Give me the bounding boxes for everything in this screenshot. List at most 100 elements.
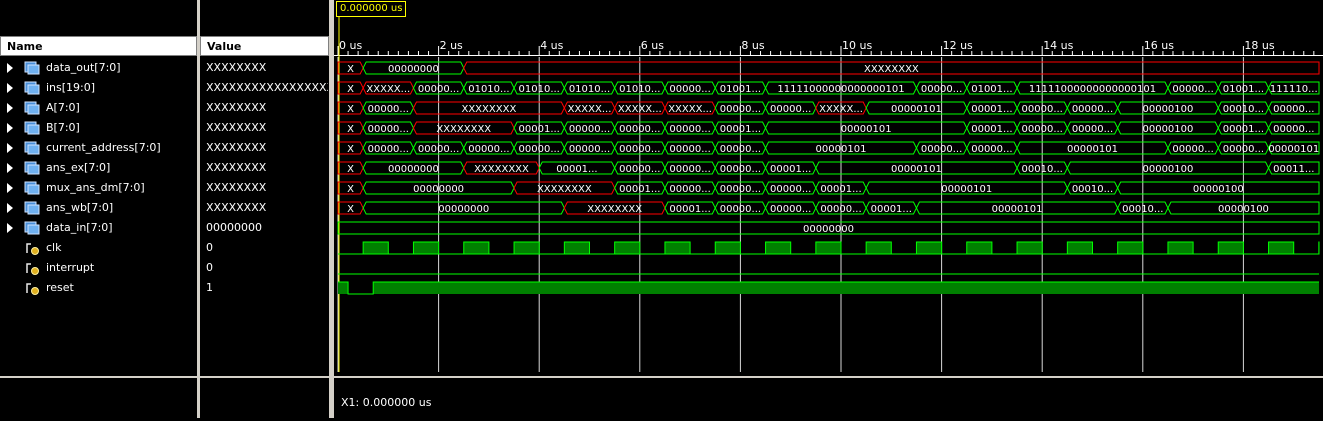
ruler-tick-label: 0 us (339, 39, 362, 52)
signal-row[interactable]: current_address[7:0] (0, 138, 197, 158)
expand-arrow-icon[interactable] (7, 183, 13, 193)
waveform-canvas[interactable]: 0 us2 us4 us6 us8 us10 us12 us14 us16 us… (334, 0, 1323, 418)
bus-value-label: 00000101 (1067, 144, 1118, 155)
signal-row[interactable]: data_in[7:0] (0, 218, 197, 238)
bus-icon (24, 221, 40, 235)
bus-value-label: 00010... (1072, 184, 1113, 195)
bus-value-label: 00000... (720, 184, 761, 195)
signal-name: clk (46, 238, 61, 258)
bus-value-label: 01010... (619, 84, 660, 95)
bus-value-label: 00001... (820, 184, 861, 195)
signal-name: data_out[7:0] (46, 58, 121, 78)
ruler-tick-label: 10 us (842, 39, 872, 52)
bus-value-label: 00000101 (992, 204, 1043, 215)
bus-value-label: 00000... (720, 164, 761, 175)
bus-value-label: 00000101 (891, 164, 942, 175)
expand-arrow-icon[interactable] (7, 143, 13, 153)
signal-row[interactable]: interrupt (0, 258, 197, 278)
bus-value-label: 00000000 (388, 164, 439, 175)
bus-value-label: XXXXXXXX (537, 184, 592, 195)
bus-value-label: XXXXXXXX (461, 104, 516, 115)
signal-row[interactable]: A[7:0] (0, 98, 197, 118)
clock-high-pulse (464, 242, 489, 254)
bus-value-label: 00000... (720, 144, 761, 155)
bus-value-label: 00001... (619, 184, 660, 195)
signal-value: XXXXXXXX (206, 98, 328, 118)
name-column-header[interactable]: Name (0, 36, 197, 56)
signal-name: mux_ans_dm[7:0] (46, 178, 145, 198)
bus-value-label: 01001... (1223, 84, 1264, 95)
bus-value-label: 00000... (1022, 104, 1063, 115)
clock-high-pulse (766, 242, 791, 254)
bus-value-label: 00000... (569, 124, 610, 135)
expand-arrow-icon[interactable] (7, 203, 13, 213)
expand-arrow-icon[interactable] (7, 83, 13, 93)
bus-value-label: XXXXX... (668, 104, 712, 115)
signal-name: ans_ex[7:0] (46, 158, 110, 178)
signal-name: ins[19:0] (46, 78, 95, 98)
signal-row[interactable]: ans_wb[7:0] (0, 198, 197, 218)
bus-value-label: 00000... (468, 144, 509, 155)
bus-value-label: 00000... (720, 204, 761, 215)
signal-row[interactable]: reset (0, 278, 197, 298)
signal-row[interactable]: ins[19:0] (0, 78, 197, 98)
bus-value-label: X (347, 204, 354, 215)
clock-high-pulse (1067, 242, 1092, 254)
bus-value-label: 01010... (519, 84, 560, 95)
signal-row[interactable]: B[7:0] (0, 118, 197, 138)
value-pane: Value XXXXXXXXXXXXXXXXXXXXXXXXXXXXXXXXXX… (200, 0, 329, 418)
bus-value-label: 00000... (971, 144, 1012, 155)
signal-row[interactable]: data_out[7:0] (0, 58, 197, 78)
bus-value-label: X (347, 104, 354, 115)
expand-arrow-icon[interactable] (7, 223, 13, 233)
ruler-tick-label: 2 us (440, 39, 463, 52)
bus-value-label: XXXXX... (366, 84, 410, 95)
bus-value-label: 00000... (619, 144, 660, 155)
clock-high-pulse (866, 242, 891, 254)
bus-value-label: 00000101 (816, 144, 867, 155)
expand-arrow-icon[interactable] (7, 103, 13, 113)
bus-icon (24, 121, 40, 135)
bus-value-label: 00000... (1022, 124, 1063, 135)
bus-value-label: 00000... (368, 144, 409, 155)
bus-value-label: X (347, 84, 354, 95)
signal-value: XXXXXXXXXXXXXXXXXXXX (206, 78, 328, 98)
bus-value-label: 00000... (770, 204, 811, 215)
bus-icon (24, 201, 40, 215)
signal-name: data_in[7:0] (46, 218, 113, 238)
value-column-header[interactable]: Value (200, 36, 329, 56)
clock-high-pulse (1118, 242, 1143, 254)
bus-value-label: 00000000 (413, 184, 464, 195)
ruler-tick-label: 18 us (1244, 39, 1274, 52)
signal-value: XXXXXXXX (206, 178, 328, 198)
bus-value-label: 00000... (921, 144, 962, 155)
signal-value: XXXXXXXX (206, 118, 328, 138)
signal-row[interactable]: ans_ex[7:0] (0, 158, 197, 178)
signal-value: XXXXXXXX (206, 158, 328, 178)
bus-value-label: 00000101 (941, 184, 992, 195)
clock-high-pulse (1218, 242, 1243, 254)
bus-value-label: 00010... (1223, 104, 1264, 115)
ruler-tick-label: 6 us (641, 39, 664, 52)
cursor-time-label[interactable]: 0.000000 us (336, 1, 406, 17)
clock-high-pulse (615, 242, 640, 254)
bus-value-label: 00000101 (891, 104, 942, 115)
signal-value: 0 (206, 238, 328, 258)
bus-value-label: 01001... (971, 84, 1012, 95)
signal-row[interactable]: mux_ans_dm[7:0] (0, 178, 197, 198)
bus-icon (24, 101, 40, 115)
expand-arrow-icon[interactable] (7, 123, 13, 133)
waveform-pane[interactable]: 0 us2 us4 us6 us8 us10 us12 us14 us16 us… (334, 0, 1323, 418)
clock-high-pulse (967, 242, 992, 254)
expand-arrow-icon[interactable] (7, 163, 13, 173)
signal-row[interactable]: clk (0, 238, 197, 258)
cursor-status: X1: 0.000000 us (341, 396, 431, 409)
signal-name: A[7:0] (46, 98, 80, 118)
bus-value-label: 01010... (569, 84, 610, 95)
bus-value-label: 00000... (368, 124, 409, 135)
ruler-tick-label: 16 us (1144, 39, 1174, 52)
bus-value-label: XXXXXXXX (587, 204, 642, 215)
ruler-tick-label: 14 us (1043, 39, 1073, 52)
clock-high-pulse (715, 242, 740, 254)
expand-arrow-icon[interactable] (7, 63, 13, 73)
